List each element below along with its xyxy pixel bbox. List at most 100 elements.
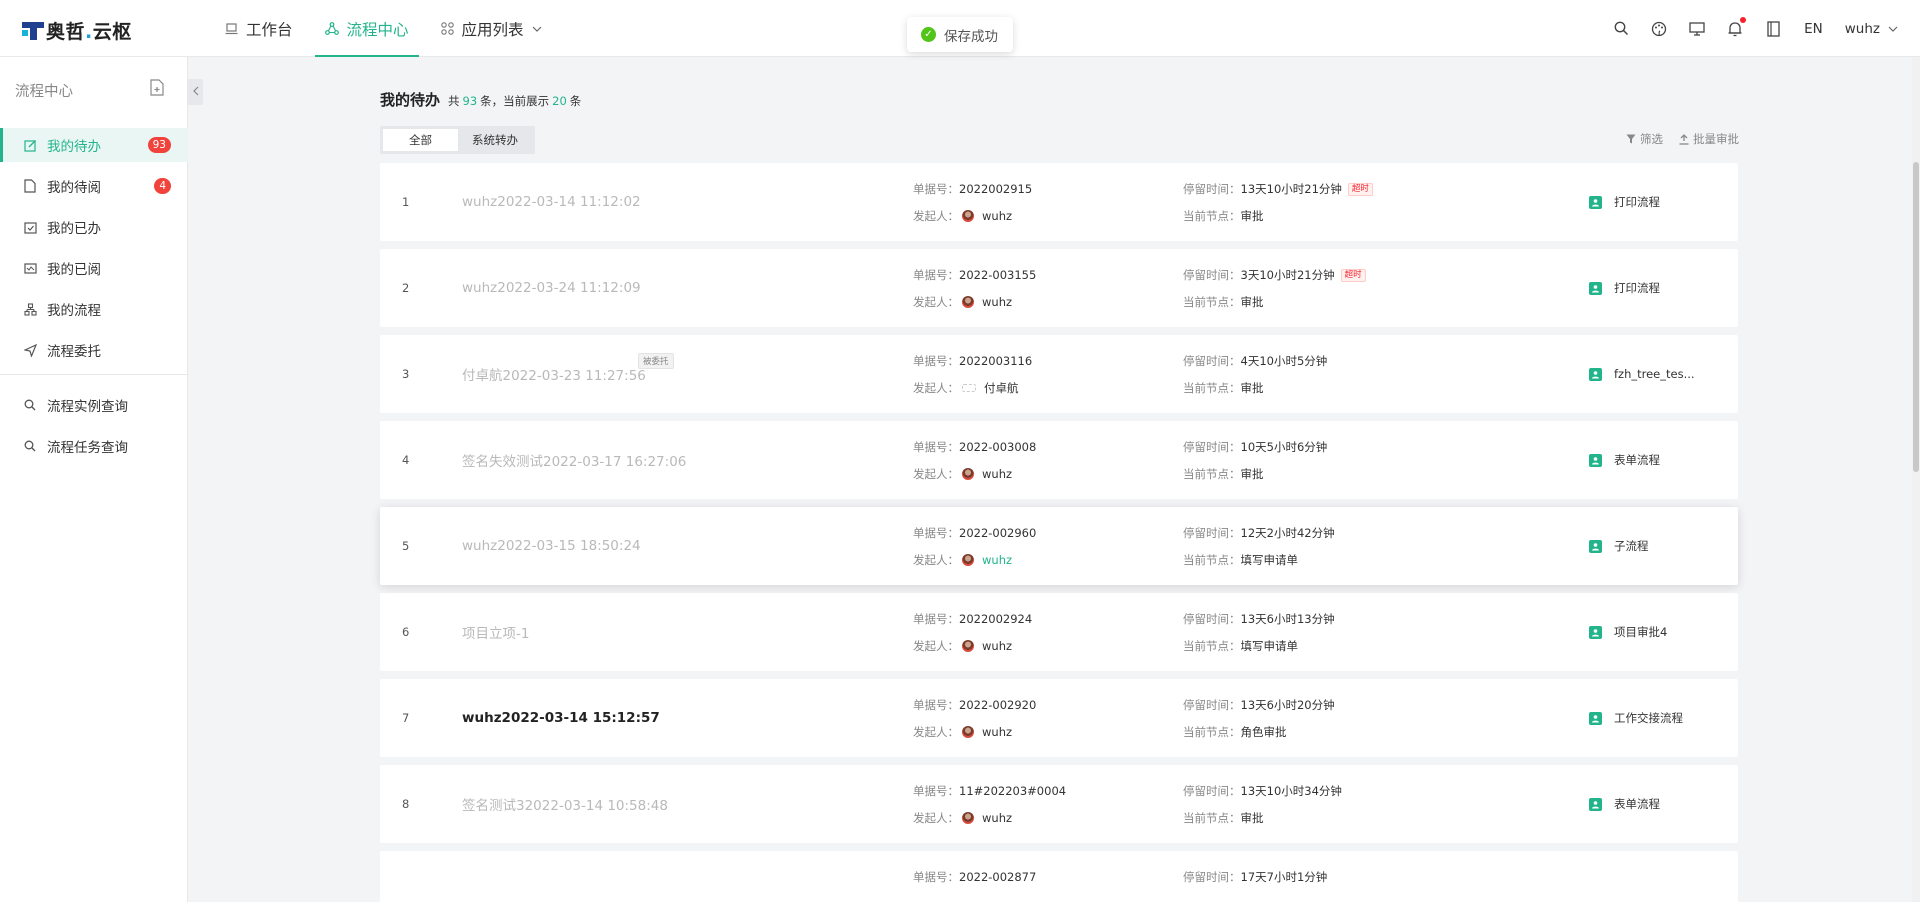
- org-icon: [23, 302, 37, 316]
- process-name: fzh_tree_tes...: [1589, 335, 1695, 413]
- process-name: 打印流程: [1589, 163, 1660, 241]
- sidebar-collapse-button[interactable]: [188, 79, 203, 105]
- row-title[interactable]: wuhz2022-03-24 11:12:09: [462, 249, 641, 327]
- to-read-count-badge: 4: [154, 178, 171, 194]
- list-item[interactable]: 7 wuhz2022-03-14 15:12:57 单据号： 2022-002920 停…: [380, 679, 1738, 757]
- send-icon: [23, 343, 37, 357]
- stay-time-field: 停留时间： 3天10小时21分钟 超时: [1183, 267, 1366, 283]
- sidebar-divider: [0, 374, 188, 375]
- flow-icon: [324, 22, 339, 35]
- list-item[interactable]: 单据号： 2022-002877 停留时间： 17天7小时1分钟: [380, 851, 1738, 902]
- row-title[interactable]: 项目立项-1: [462, 593, 529, 671]
- list-item[interactable]: 4 签名失效测试2022-03-17 16:27:06 单据号： 2022-00300…: [380, 421, 1738, 499]
- process-icon: [1589, 367, 1602, 381]
- search-icon: [23, 398, 37, 412]
- list-item[interactable]: 2 wuhz2022-03-24 11:12:09 单据号： 2022-003155 停…: [380, 249, 1738, 327]
- sidebar-item-my-to-read[interactable]: 我的待阅 4: [0, 169, 188, 203]
- stay-time-field: 停留时间： 4天10小时5分钟: [1183, 354, 1328, 368]
- chevron-left-icon: [192, 85, 199, 100]
- check-circle-icon: ✓: [921, 27, 936, 42]
- row-title[interactable]: wuhz2022-03-14 15:12:57: [462, 679, 660, 757]
- row-title[interactable]: 付卓航2022-03-23 11:27:56: [462, 335, 646, 413]
- stay-time-field: 停留时间： 13天6小时13分钟: [1183, 612, 1335, 626]
- list-item[interactable]: 1 wuhz2022-03-14 11:12:02 单据号： 2022002915 停留…: [380, 163, 1738, 241]
- row-index: 1: [402, 195, 410, 209]
- list-item[interactable]: 3 付卓航2022-03-23 11:27:56 被委托 单据号： 2022003116…: [380, 335, 1738, 413]
- row-index: 6: [402, 625, 410, 639]
- tab-all[interactable]: 全部: [383, 129, 458, 151]
- page-scrollbar[interactable]: [1912, 57, 1920, 902]
- row-index: 3: [402, 367, 410, 381]
- list-item[interactable]: 8 签名测试32022-03-14 10:58:48 单据号： 11#202203#0…: [380, 765, 1738, 843]
- doc-number-field: 单据号： 2022-003008: [913, 440, 1037, 454]
- logo[interactable]: 奥哲.云枢: [22, 17, 132, 43]
- initiator-field: 发起人： wuhz: [913, 811, 1013, 825]
- avatar: [962, 296, 974, 308]
- success-toast: ✓ 保存成功: [907, 17, 1013, 52]
- initiator-field: 发起人： 付卓航: [913, 381, 1019, 395]
- current-node-field: 当前节点： 审批: [1183, 295, 1264, 309]
- doc-number-field: 单据号： 2022-002960: [913, 526, 1037, 540]
- sidebar-menu: 我的待办 93 我的待阅 4 我的已办 我的已阅 我的流程 流程委托 流程实例查…: [0, 128, 188, 470]
- row-title[interactable]: wuhz2022-03-14 11:12:02: [462, 163, 641, 241]
- row-title[interactable]: 签名失效测试2022-03-17 16:27:06: [462, 421, 686, 499]
- current-node-field: 当前节点： 填写申请单: [1183, 639, 1298, 653]
- current-node-field: 当前节点： 审批: [1183, 811, 1264, 825]
- logo-text: 奥哲.云枢: [46, 20, 132, 43]
- nav-workbench[interactable]: 工作台: [215, 0, 303, 57]
- book-icon[interactable]: [1764, 20, 1782, 38]
- row-title[interactable]: 签名测试32022-03-14 10:58:48: [462, 765, 668, 843]
- notification-dot: [1740, 16, 1747, 23]
- row-title[interactable]: wuhz2022-03-15 18:50:24: [462, 507, 641, 585]
- sidebar-item-my-read[interactable]: 我的已阅: [0, 251, 188, 285]
- top-header: 奥哲.云枢 工作台 流程中心 应用列表 ✓ 保存成功 EN wuhz: [0, 0, 1920, 57]
- stay-time-field: 停留时间： 17天7小时1分钟: [1183, 870, 1328, 884]
- sidebar-item-delegation[interactable]: 流程委托: [0, 333, 188, 367]
- tab-system-transfer[interactable]: 系统转办: [458, 129, 532, 151]
- monitor-icon[interactable]: [1688, 20, 1706, 38]
- list-item[interactable]: 6 项目立项-1 单据号： 2022002924 停留时间： 13天6小时13分钟 发起人：…: [380, 593, 1738, 671]
- sidebar-item-task-query[interactable]: 流程任务查询: [0, 429, 188, 463]
- search-icon: [23, 439, 37, 453]
- language-switch[interactable]: EN: [1804, 21, 1823, 37]
- batch-approve-button[interactable]: 批量审批: [1679, 131, 1739, 147]
- sidebar-title: 流程中心: [15, 84, 73, 100]
- process-name: 子流程: [1589, 507, 1649, 585]
- sidebar: 流程中心 我的待办 93 我的待阅 4 我的已办 我的已阅 我的流程 流程委托: [0, 57, 188, 902]
- process-name: 表单流程: [1589, 421, 1660, 499]
- check-calendar-icon: [23, 220, 37, 234]
- search-icon[interactable]: [1612, 20, 1630, 38]
- overdue-tag: 超时: [1347, 182, 1373, 196]
- initiator-field: 发起人： wuhz: [913, 295, 1013, 309]
- filter-tabs: 全部 系统转办: [380, 126, 535, 154]
- edit-icon: [23, 138, 37, 152]
- process-icon: [1589, 195, 1602, 209]
- process-name: 表单流程: [1589, 765, 1660, 843]
- nav-app-list[interactable]: 应用列表: [431, 0, 552, 57]
- palette-icon[interactable]: [1650, 20, 1668, 38]
- todo-count-badge: 93: [147, 137, 171, 153]
- delegated-tag: 被委托: [638, 353, 674, 369]
- chevron-down-icon: [532, 26, 542, 32]
- file-icon: [23, 179, 37, 193]
- list-item[interactable]: 5 wuhz2022-03-15 18:50:24 单据号： 2022-002960 停…: [380, 507, 1738, 585]
- filter-button[interactable]: 筛选: [1626, 131, 1663, 147]
- new-file-icon[interactable]: [150, 79, 165, 100]
- process-icon: [1589, 281, 1602, 295]
- doc-number-field: 单据号： 2022-002920: [913, 698, 1037, 712]
- list-actions: 筛选 批量审批: [1610, 131, 1739, 147]
- avatar: [962, 384, 976, 392]
- initiator-field: 发起人： wuhz: [913, 467, 1013, 481]
- current-node-field: 当前节点： 审批: [1183, 381, 1264, 395]
- process-name: 项目审批4: [1589, 593, 1667, 671]
- scrollbar-thumb[interactable]: [1913, 162, 1919, 472]
- bell-icon[interactable]: [1726, 16, 1747, 38]
- avatar: [962, 554, 974, 566]
- nav-process-center[interactable]: 流程中心: [314, 0, 419, 57]
- sidebar-item-instance-query[interactable]: 流程实例查询: [0, 388, 188, 422]
- sidebar-item-my-todo[interactable]: 我的待办 93: [0, 128, 188, 162]
- sidebar-item-my-done[interactable]: 我的已办: [0, 210, 188, 244]
- read-icon: [23, 261, 37, 275]
- sidebar-item-my-process[interactable]: 我的流程: [0, 292, 188, 326]
- user-menu[interactable]: wuhz: [1845, 21, 1898, 37]
